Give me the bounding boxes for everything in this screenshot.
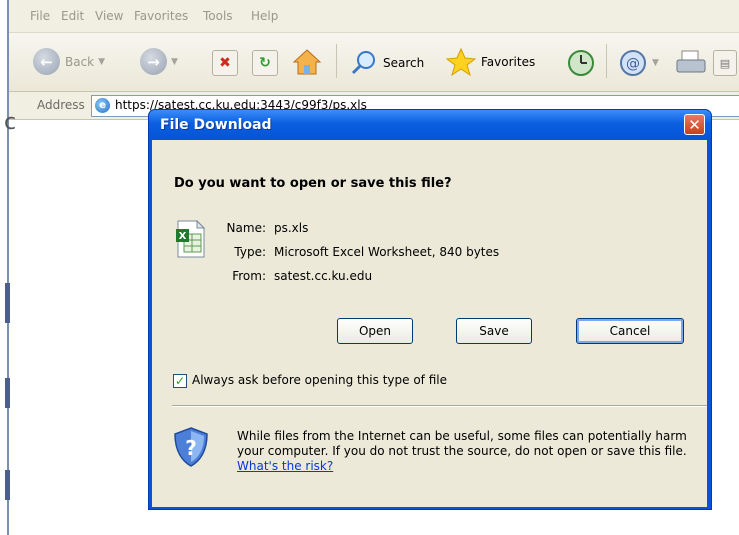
search-label: Search <box>383 56 425 70</box>
file-source-label: From: <box>232 269 266 283</box>
search-icon <box>351 51 375 75</box>
dialog-question: Do you want to open or save this file? <box>174 176 452 191</box>
menu-file[interactable]: File <box>30 9 50 23</box>
always-ask-label[interactable]: Always ask before opening this type of f… <box>192 373 447 387</box>
mail-icon: @ <box>620 50 646 76</box>
dialog-body: Do you want to open or save this file? X… <box>152 140 707 507</box>
page-content-fragment: c <box>4 110 17 135</box>
window-left-edge <box>0 0 10 535</box>
menu-tools[interactable]: Tools <box>203 9 233 23</box>
svg-text:@: @ <box>626 56 640 72</box>
menu-help[interactable]: Help <box>251 9 278 23</box>
refresh-button[interactable]: ↻ <box>252 50 278 76</box>
menu-view[interactable]: View <box>95 9 123 23</box>
edit-page-button[interactable]: ▤ <box>713 50 737 76</box>
file-type-label: Type: <box>234 245 266 259</box>
printer-icon <box>676 50 706 73</box>
menu-favorites[interactable]: Favorites <box>134 9 188 23</box>
address-label: Address <box>37 98 85 112</box>
document-icon: ▤ <box>713 50 737 76</box>
security-shield-icon: ? <box>174 427 208 467</box>
forward-button[interactable]: → ▼ <box>140 48 178 75</box>
favorites-label: Favorites <box>481 55 536 69</box>
refresh-icon: ↻ <box>252 50 278 76</box>
checkmark-icon: ✓ <box>174 374 186 388</box>
forward-arrow-icon: → <box>140 48 167 75</box>
star-icon <box>446 47 476 77</box>
home-button[interactable] <box>292 48 322 76</box>
home-icon <box>292 49 322 75</box>
print-button[interactable] <box>676 50 706 76</box>
file-source-value: satest.cc.ku.edu <box>274 269 373 283</box>
chevron-down-icon: ▼ <box>171 56 178 67</box>
always-ask-checkbox[interactable]: ✓ <box>173 374 187 388</box>
security-warning: While files from the Internet can be use… <box>237 429 697 474</box>
svg-text:?: ? <box>185 436 197 460</box>
chevron-down-icon: ▼ <box>652 58 659 68</box>
mail-button[interactable]: @ ▼ <box>618 48 659 78</box>
dialog-divider <box>172 405 707 407</box>
history-button[interactable] <box>566 48 596 78</box>
warning-text: While files from the Internet can be use… <box>237 429 687 458</box>
file-download-dialog: File Download ✕ Do you want to open or s… <box>148 109 712 510</box>
save-button[interactable]: Save <box>456 318 532 344</box>
file-name-value: ps.xls <box>274 221 309 235</box>
file-name-label: Name: <box>226 221 266 235</box>
ie-page-icon: e <box>95 98 110 113</box>
chevron-down-icon: ▼ <box>98 56 106 67</box>
toolbar-separator <box>336 44 337 78</box>
back-button[interactable]: ← Back ▼ <box>33 48 105 75</box>
stop-button[interactable]: ✖ <box>212 50 238 76</box>
whats-the-risk-link[interactable]: What's the risk? <box>237 459 333 473</box>
close-icon: ✕ <box>688 116 701 134</box>
toolbar-separator <box>606 44 607 78</box>
stop-icon: ✖ <box>212 50 238 76</box>
dialog-title-bar[interactable]: File Download ✕ <box>149 110 711 140</box>
history-icon <box>568 50 594 76</box>
favorites-button[interactable]: Favorites <box>446 47 535 77</box>
open-button[interactable]: Open <box>337 318 413 344</box>
menu-bar: File Edit View Favorites Tools Help <box>9 0 739 33</box>
dialog-title: File Download <box>160 117 272 133</box>
search-button[interactable]: Search <box>350 50 424 76</box>
close-button[interactable]: ✕ <box>684 114 705 135</box>
cancel-button[interactable]: Cancel <box>576 318 684 344</box>
menu-edit[interactable]: Edit <box>61 9 84 23</box>
back-label: Back <box>65 54 95 69</box>
back-arrow-icon: ← <box>33 48 60 75</box>
file-type-value: Microsoft Excel Worksheet, 840 bytes <box>274 245 500 259</box>
